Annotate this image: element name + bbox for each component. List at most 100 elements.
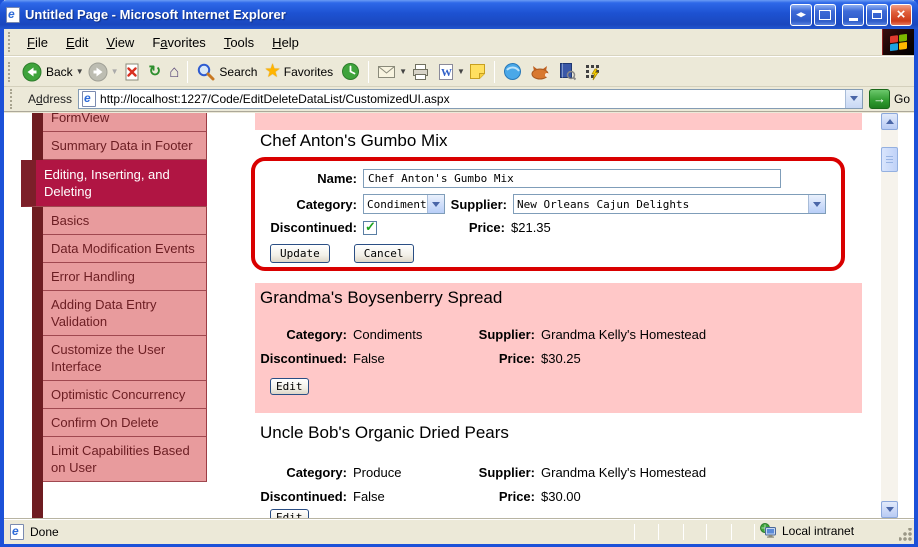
sidebar-item-editing-inserting-deleting[interactable]: Editing, Inserting, and Deleting xyxy=(21,160,207,207)
category-label: Category: xyxy=(296,196,357,212)
status-separator xyxy=(754,524,755,540)
chevron-up-icon xyxy=(885,119,894,124)
security-zone: Local intranet xyxy=(760,523,854,539)
notes-button[interactable] xyxy=(465,61,490,82)
note-icon xyxy=(469,64,485,79)
edit-button-uncle-bob[interactable]: Edit xyxy=(270,509,309,518)
edit-with-word-button[interactable]: W xyxy=(434,61,458,83)
edit-word-icon: W xyxy=(439,63,454,80)
address-field[interactable]: http://localhost:1227/Code/EditDeleteDat… xyxy=(78,88,863,109)
search-label: Search xyxy=(219,64,258,79)
menu-edit[interactable]: Edit xyxy=(57,31,97,54)
category-value: Condiments xyxy=(353,327,423,342)
category-select[interactable]: Condiments xyxy=(363,194,445,214)
discontinued-checkbox[interactable] xyxy=(363,219,377,235)
scroll-up-button[interactable] xyxy=(881,113,898,130)
sidebar-item-summary-data-in-footer[interactable]: Summary Data in Footer xyxy=(43,132,207,160)
edit-button-grandma[interactable]: Edit xyxy=(270,378,309,395)
status-page-icon xyxy=(10,523,24,540)
messenger-button[interactable] xyxy=(499,60,526,83)
stop-button[interactable] xyxy=(119,60,145,84)
restore-size-button[interactable]: ◂▸ xyxy=(790,3,812,26)
status-separator xyxy=(706,524,707,540)
sidebar-item-formview[interactable]: FormView xyxy=(43,113,207,132)
animal-extension-button[interactable] xyxy=(526,62,554,82)
stop-icon xyxy=(125,63,139,80)
home-button[interactable]: ⌂ xyxy=(165,61,183,82)
sidebar-item-data-modification-events[interactable]: Data Modification Events xyxy=(43,235,207,263)
cancel-button[interactable]: Cancel xyxy=(353,244,414,263)
toolbar-grip[interactable] xyxy=(8,61,13,82)
sidebar-navigation: FormView Summary Data in Footer Editing,… xyxy=(21,113,207,482)
mail-dropdown-caret[interactable]: ▼ xyxy=(399,67,407,76)
back-button[interactable]: Back xyxy=(18,60,77,84)
sidebar-item-error-handling[interactable]: Error Handling xyxy=(43,263,207,291)
maximize-button[interactable] xyxy=(866,3,888,26)
back-dropdown-caret[interactable]: ▼ xyxy=(76,67,84,76)
internet-explorer-icon xyxy=(6,6,20,23)
discontinued-price-row: Discontinued: Price: $21.35 xyxy=(263,219,833,236)
status-separator xyxy=(634,524,635,540)
update-button[interactable]: Update xyxy=(270,244,330,263)
menu-view[interactable]: View xyxy=(97,31,143,54)
menu-grip[interactable] xyxy=(8,32,13,52)
forward-dropdown-caret[interactable]: ▼ xyxy=(111,67,119,76)
address-url[interactable]: http://localhost:1227/Code/EditDeleteDat… xyxy=(100,92,841,106)
address-dropdown-button[interactable] xyxy=(844,89,862,108)
sidebar-item-confirm-on-delete[interactable]: Confirm On Delete xyxy=(43,409,207,437)
close-button[interactable]: × xyxy=(890,3,912,26)
status-bar: Done Local intranet xyxy=(4,518,914,544)
supplier-value: Grandma Kelly's Homestead xyxy=(541,465,707,480)
history-icon xyxy=(342,63,360,80)
sidebar-item-optimistic-concurrency[interactable]: Optimistic Concurrency xyxy=(43,381,207,409)
sidebar-item-adding-data-entry-validation[interactable]: Adding Data Entry Validation xyxy=(43,291,207,336)
favorites-button[interactable]: ★ Favorites xyxy=(261,62,337,82)
supplier-select[interactable]: New Orleans Cajun Delights xyxy=(513,194,826,214)
window-controls: ◂▸ × xyxy=(790,3,912,26)
pixel-tool-button[interactable] xyxy=(580,61,606,83)
back-icon xyxy=(22,62,42,81)
go-button[interactable]: → xyxy=(868,88,890,109)
vertical-scrollbar[interactable] xyxy=(881,113,898,518)
popout-button[interactable] xyxy=(814,3,836,26)
address-grip[interactable] xyxy=(10,88,15,109)
menu-favorites[interactable]: Favorites xyxy=(143,31,214,54)
price-label: Price: xyxy=(498,489,535,504)
menu-tools[interactable]: Tools xyxy=(215,31,263,54)
discontinued-label: Discontinued: xyxy=(260,351,347,366)
refresh-button[interactable]: ↻ xyxy=(145,62,166,81)
search-button[interactable]: Search xyxy=(192,60,261,83)
address-label: Address xyxy=(28,91,73,106)
chevron-down-icon[interactable] xyxy=(427,195,444,213)
category-selected-value: Condiments xyxy=(367,197,427,211)
price-value: $30.00 xyxy=(541,489,581,504)
form-buttons-row: Update Cancel xyxy=(270,244,833,263)
scroll-down-button[interactable] xyxy=(881,501,898,518)
minimize-button[interactable] xyxy=(842,3,864,26)
history-button[interactable] xyxy=(337,60,364,83)
sidebar-item-basics[interactable]: Basics xyxy=(43,207,207,235)
print-button[interactable] xyxy=(407,61,434,83)
name-input[interactable] xyxy=(363,169,781,188)
forward-button[interactable] xyxy=(84,60,112,84)
resize-grip[interactable] xyxy=(899,528,912,541)
mail-button[interactable] xyxy=(373,62,400,82)
refresh-icon: ↻ xyxy=(148,63,162,80)
scrollbar-thumb[interactable] xyxy=(881,147,898,172)
discontinued-value: False xyxy=(353,351,385,366)
category-value: Produce xyxy=(353,465,402,480)
sidebar-item-limit-capabilities[interactable]: Limit Capabilities Based on User xyxy=(43,437,207,482)
go-label[interactable]: Go xyxy=(894,92,910,106)
chevron-down-icon[interactable] xyxy=(808,195,825,213)
sidebar-item-customize-the-user-interface[interactable]: Customize the User Interface xyxy=(43,336,207,381)
local-intranet-icon xyxy=(760,523,776,538)
research-button[interactable] xyxy=(554,60,580,83)
discontinued-value: False xyxy=(353,489,385,504)
name-row: Name: xyxy=(263,169,833,188)
print-icon xyxy=(413,63,429,80)
category-supplier-row: Category: Condiments Supplier: New Orlea… xyxy=(263,194,833,214)
menu-file[interactable]: File xyxy=(18,31,57,54)
toolbar-separator xyxy=(493,60,495,83)
menu-help[interactable]: Help xyxy=(263,31,308,54)
edit-dropdown-caret[interactable]: ▼ xyxy=(457,67,465,76)
